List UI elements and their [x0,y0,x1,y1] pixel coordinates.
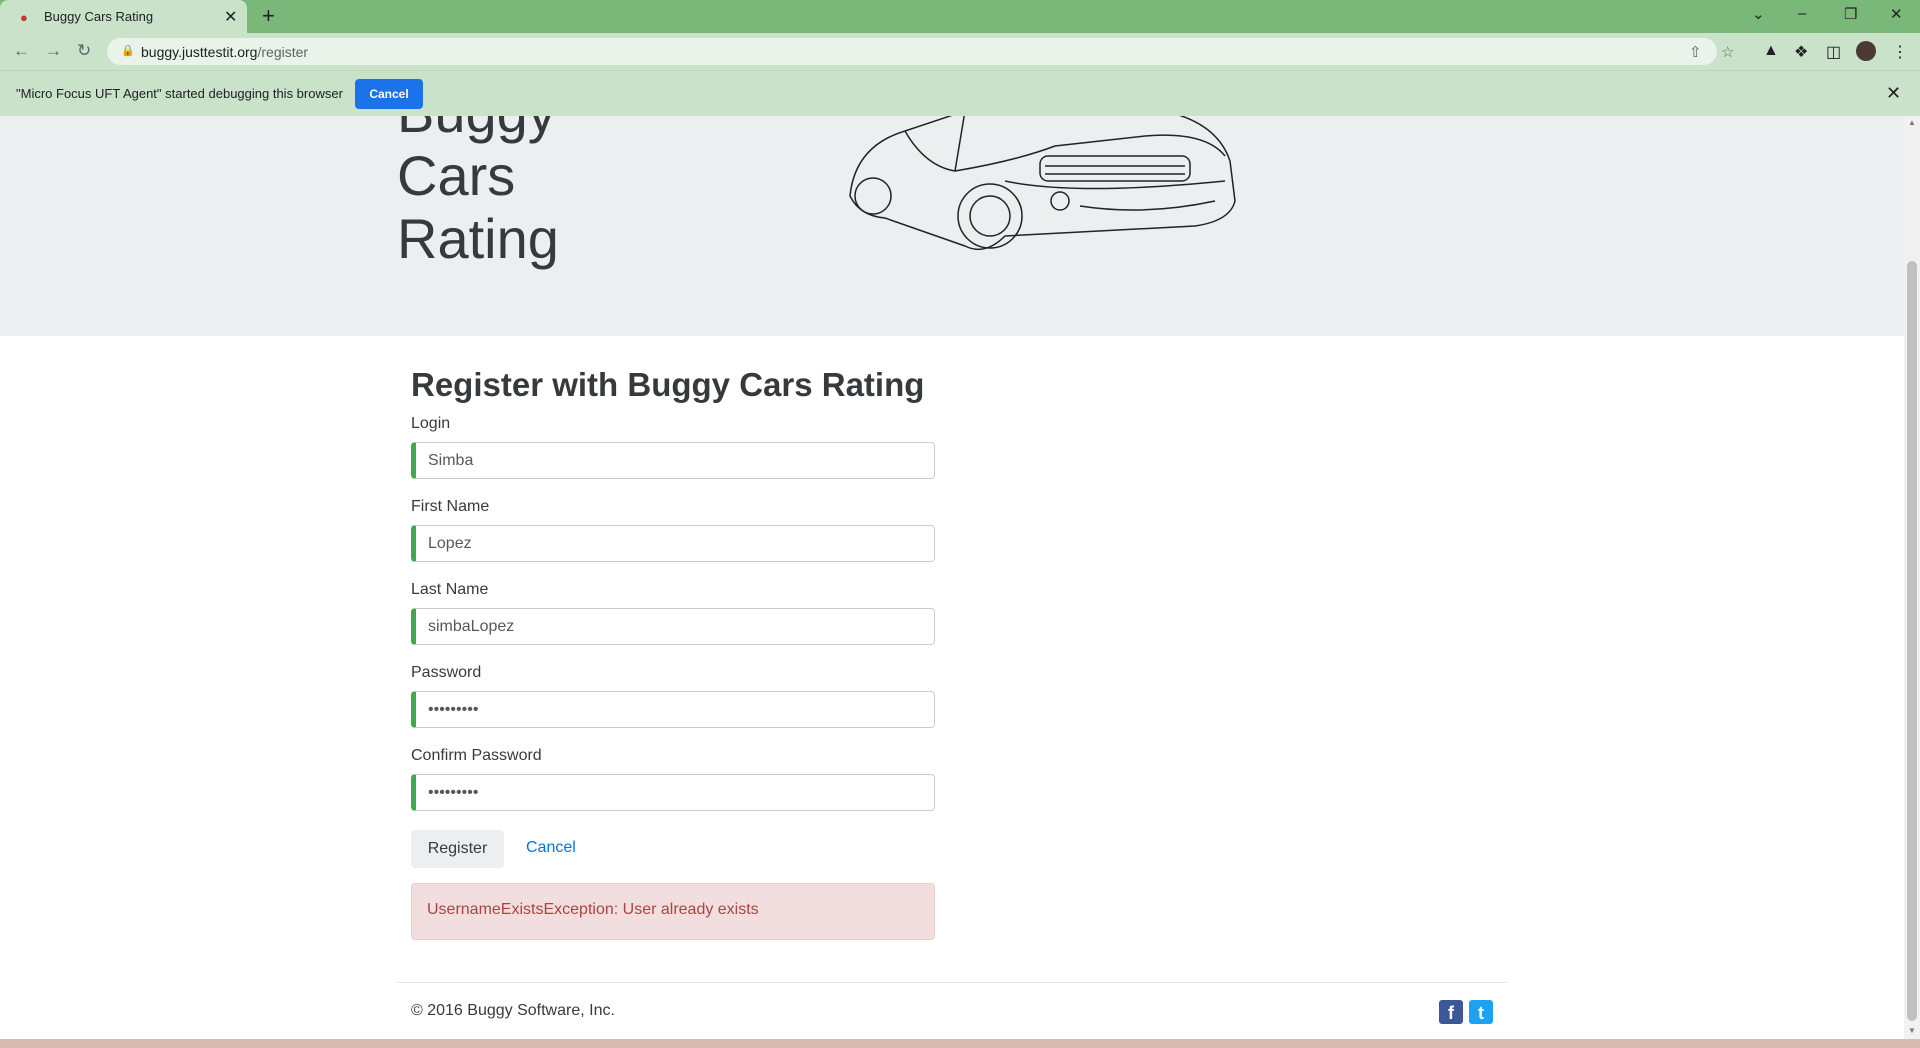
site-header: Buggy Cars Rating [0,116,1904,336]
footer-copyright: © 2016 Buggy Software, Inc. [411,1002,615,1019]
profile-avatar[interactable] [1856,41,1876,61]
scroll-down-icon[interactable]: ▼ [1908,1026,1916,1035]
infobar-close-icon[interactable]: ✕ [1886,83,1901,104]
brand-line-3: Rating [397,207,559,270]
first-name-input[interactable] [411,525,935,562]
first-name-label: First Name [411,498,490,515]
infobar-cancel-button[interactable]: Cancel [355,79,423,109]
share-icon[interactable]: ⇧ [1689,43,1702,61]
menu-kebab-icon[interactable]: ⋮ [1892,42,1908,62]
car-favicon-icon: ● [20,10,28,25]
car-illustration-icon [849,116,1236,251]
url-path: /register [257,44,309,60]
facebook-icon[interactable]: f [1439,1000,1463,1024]
extension-logo-icon[interactable]: ▲ [1763,42,1779,60]
tab-title: Buggy Cars Rating [44,9,154,24]
brand-line-1: Buggy [397,116,559,144]
reload-icon[interactable]: ↻ [77,41,91,61]
debugging-infobar: "Micro Focus UFT Agent" started debuggin… [0,70,1920,116]
os-taskbar [0,1039,1920,1048]
form-actions: Register Cancel [411,830,941,868]
page-viewport: Buggy Cars Rating Register with Buggy Ca… [0,116,1904,1039]
url-host: buggy.justtestit.org [141,44,258,60]
browser-tab[interactable]: ● Buggy Cars Rating ✕ [0,0,247,33]
last-name-label: Last Name [411,581,489,598]
back-icon[interactable]: ← [13,41,30,61]
close-window-icon[interactable]: ✕ [1890,5,1903,23]
brand-line-2: Cars [397,144,516,207]
page-title: Register with Buggy Cars Rating [411,366,925,403]
browser-toolbar: ← → ↻ 🔒 buggy.justtestit.org/register ⇧ … [0,33,1920,70]
password-label: Password [411,664,482,681]
brand-title[interactable]: Buggy Cars Rating [397,116,559,270]
last-name-input[interactable] [411,608,935,645]
tab-search-icon[interactable]: ⌄ [1752,5,1765,23]
register-button[interactable]: Register [411,830,504,868]
footer-divider [397,982,1507,983]
cancel-link[interactable]: Cancel [526,839,576,857]
minimize-icon[interactable]: – [1798,5,1806,22]
register-form: Register with Buggy Cars Rating Login Fi… [411,365,941,940]
new-tab-icon[interactable]: + [262,3,275,29]
infobar-message: "Micro Focus UFT Agent" started debuggin… [16,86,343,101]
login-label: Login [411,415,451,432]
address-bar[interactable]: 🔒 buggy.justtestit.org/register ⇧ ☆ [107,38,1734,65]
page-scrollbar[interactable]: ▲ ▼ [1904,116,1920,1039]
tab-strip: ● Buggy Cars Rating ✕ + ⌄ – ❐ ✕ [0,0,1920,33]
password-input[interactable] [411,691,935,728]
url-text: buggy.justtestit.org/register [141,44,308,60]
lock-icon: 🔒 [121,45,135,57]
scrollbar-thumb[interactable] [1907,261,1917,1021]
forward-icon[interactable]: → [45,41,62,61]
restore-icon[interactable]: ❐ [1844,5,1857,23]
confirm-password-label: Confirm Password [411,747,542,764]
twitter-icon[interactable]: t [1469,1000,1493,1024]
close-tab-icon[interactable]: ✕ [224,7,237,27]
bookmark-star-icon[interactable]: ☆ [1721,43,1734,61]
confirm-password-input[interactable] [411,774,935,811]
error-alert: UsernameExistsException: User already ex… [411,883,935,940]
login-input[interactable] [411,442,935,479]
side-panel-icon[interactable]: ◫ [1826,42,1841,62]
scroll-up-icon[interactable]: ▲ [1908,118,1916,127]
extensions-puzzle-icon[interactable]: ❖ [1794,42,1808,62]
